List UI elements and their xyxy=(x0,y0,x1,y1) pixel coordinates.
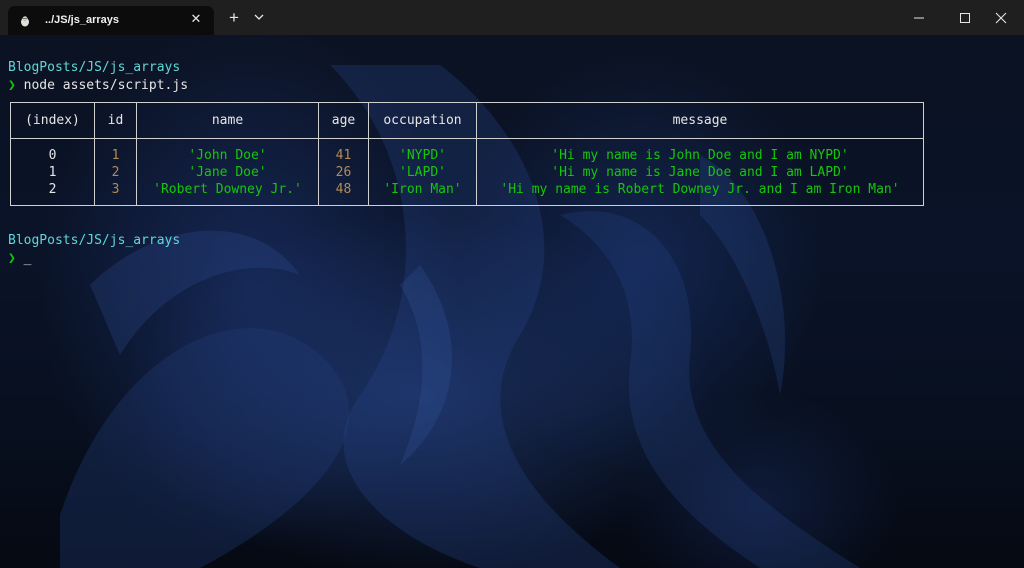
table-cell-age: 48 xyxy=(335,182,352,197)
prompt-chevron: ❯ xyxy=(8,78,16,93)
command-line: ❯ node assets/script.js xyxy=(8,78,188,94)
command-text: node assets/script.js xyxy=(23,78,189,93)
text-cursor: _ xyxy=(23,251,32,266)
table-cell-name: 'Robert Downey Jr.' xyxy=(153,182,302,197)
terminal-window: ../JS/js_arrays ✕ + BlogPosts/JS/js_arra… xyxy=(0,0,1024,568)
minimize-button[interactable] xyxy=(896,0,942,35)
table-cell-occupation: 'LAPD' xyxy=(399,165,446,180)
table-cell-id: 1 xyxy=(111,148,120,163)
table-cell-age: 41 xyxy=(335,148,352,163)
working-directory: BlogPosts/JS/js_arrays xyxy=(8,233,181,248)
new-tab-button[interactable]: + xyxy=(226,9,242,26)
column-header-id: id xyxy=(107,113,124,128)
table-cell-occupation: 'NYPD' xyxy=(399,148,446,163)
table-cell-index: 0 xyxy=(48,148,57,163)
table-divider xyxy=(11,138,923,139)
table-cell-index: 2 xyxy=(48,182,57,197)
column-header-age: age xyxy=(331,113,356,128)
close-window-button[interactable] xyxy=(978,0,1024,35)
tab-js-arrays[interactable]: ../JS/js_arrays ✕ xyxy=(8,6,214,35)
table-cell-index: 1 xyxy=(48,165,57,180)
table-cell-message: 'Hi my name is Jane Doe and I am LAPD' xyxy=(551,165,849,180)
table-cell-id: 3 xyxy=(111,182,120,197)
close-tab-icon[interactable]: ✕ xyxy=(188,11,204,27)
prompt-chevron: ❯ xyxy=(8,251,16,266)
column-header-occupation: occupation xyxy=(383,113,462,128)
column-header-message: message xyxy=(672,113,728,128)
close-icon xyxy=(995,12,1007,24)
minimize-icon xyxy=(914,17,924,19)
table-cell-name: 'John Doe' xyxy=(188,148,267,163)
tab-title: ../JS/js_arrays xyxy=(45,14,120,26)
table-cell-message: 'Hi my name is John Doe and I am NYPD' xyxy=(551,148,849,163)
column-header-name: name xyxy=(211,113,244,128)
table-cell-message: 'Hi my name is Robert Downey Jr. and I a… xyxy=(500,182,900,197)
chevron-down-icon[interactable] xyxy=(252,10,266,24)
prompt-line[interactable]: ❯ _ xyxy=(8,251,31,267)
console-table: (index) id name age occupation message 0… xyxy=(10,102,924,206)
table-cell-name: 'Jane Doe' xyxy=(188,165,267,180)
working-directory: BlogPosts/JS/js_arrays xyxy=(8,60,181,75)
table-cell-occupation: 'Iron Man' xyxy=(383,182,462,197)
column-header-index: (index) xyxy=(25,113,80,128)
maximize-icon xyxy=(960,13,970,23)
linux-penguin-icon xyxy=(19,14,31,27)
table-cell-age: 26 xyxy=(335,165,352,180)
table-cell-id: 2 xyxy=(111,165,120,180)
title-bar: ../JS/js_arrays ✕ + xyxy=(0,0,1024,35)
